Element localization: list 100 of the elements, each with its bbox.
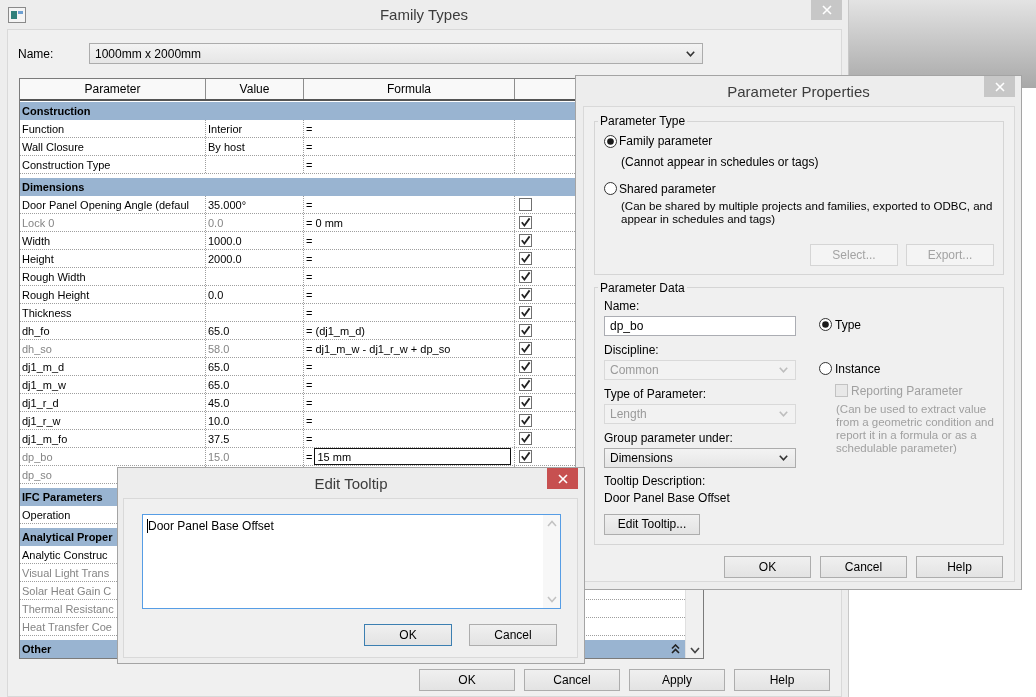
help-button[interactable]: Help bbox=[916, 555, 1003, 578]
type-name-dropdown[interactable]: 1000mm x 2000mm bbox=[89, 43, 703, 64]
value-cell-text: 15.0 bbox=[207, 449, 231, 465]
radio-description: (Can be shared by multiple projects and families, exported to ODBC, and appear in schedules and tags) bbox=[621, 199, 994, 226]
parameter-cell-text: Lock 0 bbox=[21, 215, 56, 231]
category-heading: Construction bbox=[22, 105, 91, 117]
dropdown[interactable]: Dimensions bbox=[604, 447, 796, 468]
ok-button[interactable]: OK bbox=[419, 669, 515, 691]
lock-checkbox[interactable] bbox=[519, 234, 532, 247]
value-cell-text: 0.0 bbox=[207, 215, 225, 231]
category-heading: Other bbox=[22, 643, 52, 655]
window-icon bbox=[8, 6, 26, 23]
radio-button[interactable] bbox=[819, 362, 832, 375]
radio-button[interactable] bbox=[819, 318, 832, 331]
parameter-cell-text: dp_bo bbox=[21, 449, 54, 465]
lock-checkbox[interactable] bbox=[519, 198, 532, 211]
formula-cell-text: = bbox=[305, 251, 314, 267]
parameter-cell-text: dj1_m_fo bbox=[21, 431, 69, 447]
formula-cell-text: = bbox=[305, 197, 314, 213]
lock-checkbox[interactable] bbox=[519, 306, 532, 319]
lock-checkbox[interactable] bbox=[519, 252, 532, 265]
radio-label[interactable]: Type bbox=[835, 317, 861, 332]
close-icon bbox=[994, 81, 1005, 92]
equals-sign: = bbox=[306, 450, 313, 463]
formula-cell-text: = bbox=[305, 377, 314, 393]
name-label: Name: bbox=[18, 46, 55, 61]
window-title: Edit Tooltip bbox=[314, 474, 388, 492]
formula-cell-text: = dj1_m_w - dj1_r_w + dp_so bbox=[305, 341, 452, 357]
radio-label[interactable]: Family parameter bbox=[619, 134, 713, 148]
parameter-cell-text: Analytic Construc bbox=[21, 547, 109, 563]
field-label: Tooltip Description: bbox=[604, 473, 706, 488]
parameter-cell-text: dh_fo bbox=[21, 323, 51, 339]
apply-button[interactable]: Apply bbox=[629, 669, 725, 691]
lock-checkbox[interactable] bbox=[519, 396, 532, 409]
field-label: Type of Parameter: bbox=[604, 386, 707, 401]
chevron-down-icon bbox=[779, 454, 788, 461]
parameter-cell-text: Thermal Resistanc bbox=[21, 601, 115, 617]
tooltip-text: Door Panel Base Offset bbox=[604, 490, 730, 505]
cancel-button[interactable]: Cancel bbox=[469, 624, 557, 646]
close-button[interactable] bbox=[547, 468, 578, 489]
checkbox-description: (Can be used to extract value from a geometric condition and report it in a formula or as a schedulable parameter) bbox=[836, 402, 994, 455]
radio-description: (Cannot appear in schedules or tags) bbox=[621, 156, 820, 170]
parameter-cell-text: dj1_m_w bbox=[21, 377, 68, 393]
lock-checkbox[interactable] bbox=[519, 414, 532, 427]
parameter-cell-text: Wall Closure bbox=[21, 139, 85, 155]
double-chevron-up-icon[interactable] bbox=[671, 644, 680, 654]
column-header: Parameter bbox=[20, 79, 206, 99]
parameter-cell-text: Height bbox=[21, 251, 55, 267]
chevron-down-icon bbox=[779, 366, 788, 373]
chevron-down-icon bbox=[779, 410, 788, 417]
formula-cell-text: = bbox=[305, 305, 314, 321]
window-title: Parameter Properties bbox=[727, 82, 870, 100]
help-button[interactable]: Help bbox=[734, 669, 830, 691]
value-cell-text: Interior bbox=[207, 121, 244, 137]
cancel-button[interactable]: Cancel bbox=[524, 669, 620, 691]
parameter-cell-text: Thickness bbox=[21, 305, 73, 321]
chevron-down-icon[interactable] bbox=[689, 647, 700, 654]
cancel-button[interactable]: Cancel bbox=[820, 555, 907, 578]
formula-cell-text: = bbox=[305, 287, 314, 303]
parameter-cell-text: dj1_r_d bbox=[21, 395, 60, 411]
radio-label[interactable]: Shared parameter bbox=[619, 181, 716, 196]
section-label: Parameter Type bbox=[599, 114, 687, 128]
parameter-cell-text: dj1_r_w bbox=[21, 413, 62, 429]
value-cell-text: 65.0 bbox=[207, 323, 231, 339]
lock-checkbox[interactable] bbox=[519, 288, 532, 301]
lock-checkbox[interactable] bbox=[519, 378, 532, 391]
ok-button[interactable]: OK bbox=[364, 624, 452, 646]
value-cell-text: 2000.0 bbox=[207, 251, 243, 267]
field-label: Discipline: bbox=[604, 342, 659, 357]
section-label: Parameter Data bbox=[599, 280, 686, 295]
value-cell-text: 1000.0 bbox=[207, 233, 243, 249]
chevron-down-icon bbox=[686, 50, 695, 57]
formula-cell-text: = (dj1_m_d) bbox=[305, 323, 366, 339]
lock-checkbox[interactable] bbox=[519, 270, 532, 283]
radio-button[interactable] bbox=[604, 182, 617, 195]
lock-checkbox[interactable] bbox=[519, 360, 532, 373]
lock-checkbox[interactable] bbox=[519, 432, 532, 445]
formula-cell-text: = bbox=[305, 233, 314, 249]
value-cell-text: By host bbox=[207, 139, 246, 155]
value-cell-text: 37.5 bbox=[207, 431, 231, 447]
formula-cell-text: = bbox=[305, 157, 314, 173]
category-heading: Analytical Proper bbox=[22, 531, 113, 543]
radio-label[interactable]: Instance bbox=[835, 361, 881, 376]
parameter-cell-text: Width bbox=[21, 233, 52, 249]
text-input[interactable]: dp_bo bbox=[604, 315, 796, 336]
radio-button[interactable] bbox=[604, 134, 617, 148]
edit-tooltip-button[interactable]: Edit Tooltip... bbox=[604, 513, 700, 535]
parameter-cell-text: dp_so bbox=[21, 467, 53, 483]
column-header: Formula bbox=[304, 79, 515, 99]
parameter-cell-text: Rough Width bbox=[21, 269, 87, 285]
column-header: Value bbox=[206, 79, 304, 99]
close-icon bbox=[557, 473, 568, 484]
parameter-cell-text: Heat Transfer Coe bbox=[21, 619, 113, 635]
lock-checkbox[interactable] bbox=[519, 324, 532, 337]
parameter-cell-text: Visual Light Trans bbox=[21, 565, 111, 581]
formula-cell-text: = bbox=[305, 121, 314, 137]
formula-cell-text: = bbox=[305, 395, 314, 411]
field-label: Name: bbox=[604, 298, 640, 313]
formula-cell-text: = bbox=[305, 269, 314, 285]
ok-button[interactable]: OK bbox=[724, 555, 811, 578]
